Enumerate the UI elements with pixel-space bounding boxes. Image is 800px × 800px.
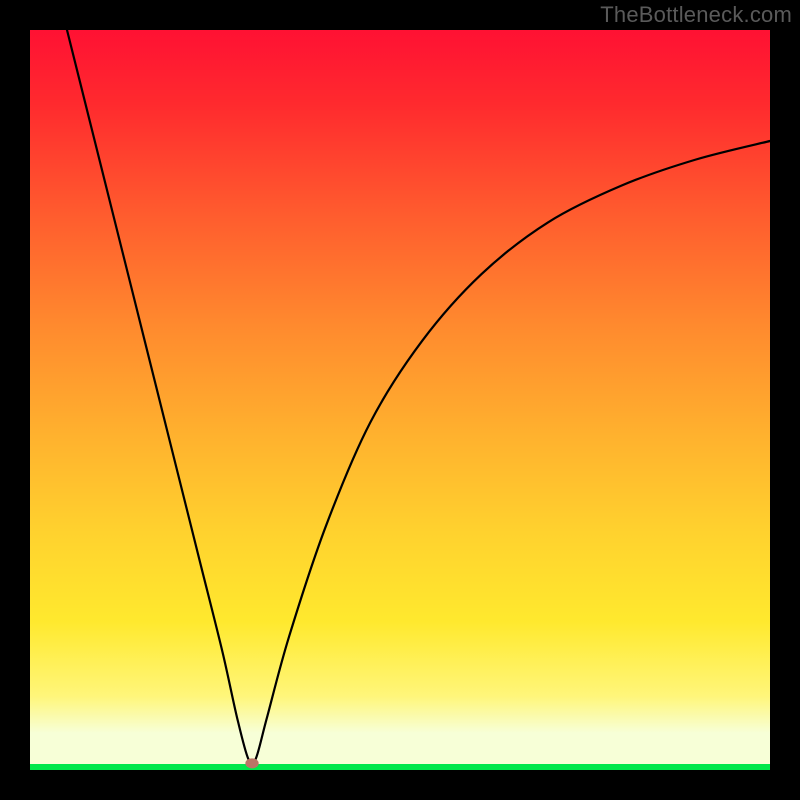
- chart-svg: [30, 30, 770, 770]
- chart-frame: TheBottleneck.com: [0, 0, 800, 800]
- plot-area: [30, 30, 770, 770]
- bottleneck-curve: [67, 30, 770, 764]
- minimum-marker: [245, 758, 258, 768]
- watermark-text: TheBottleneck.com: [600, 2, 792, 28]
